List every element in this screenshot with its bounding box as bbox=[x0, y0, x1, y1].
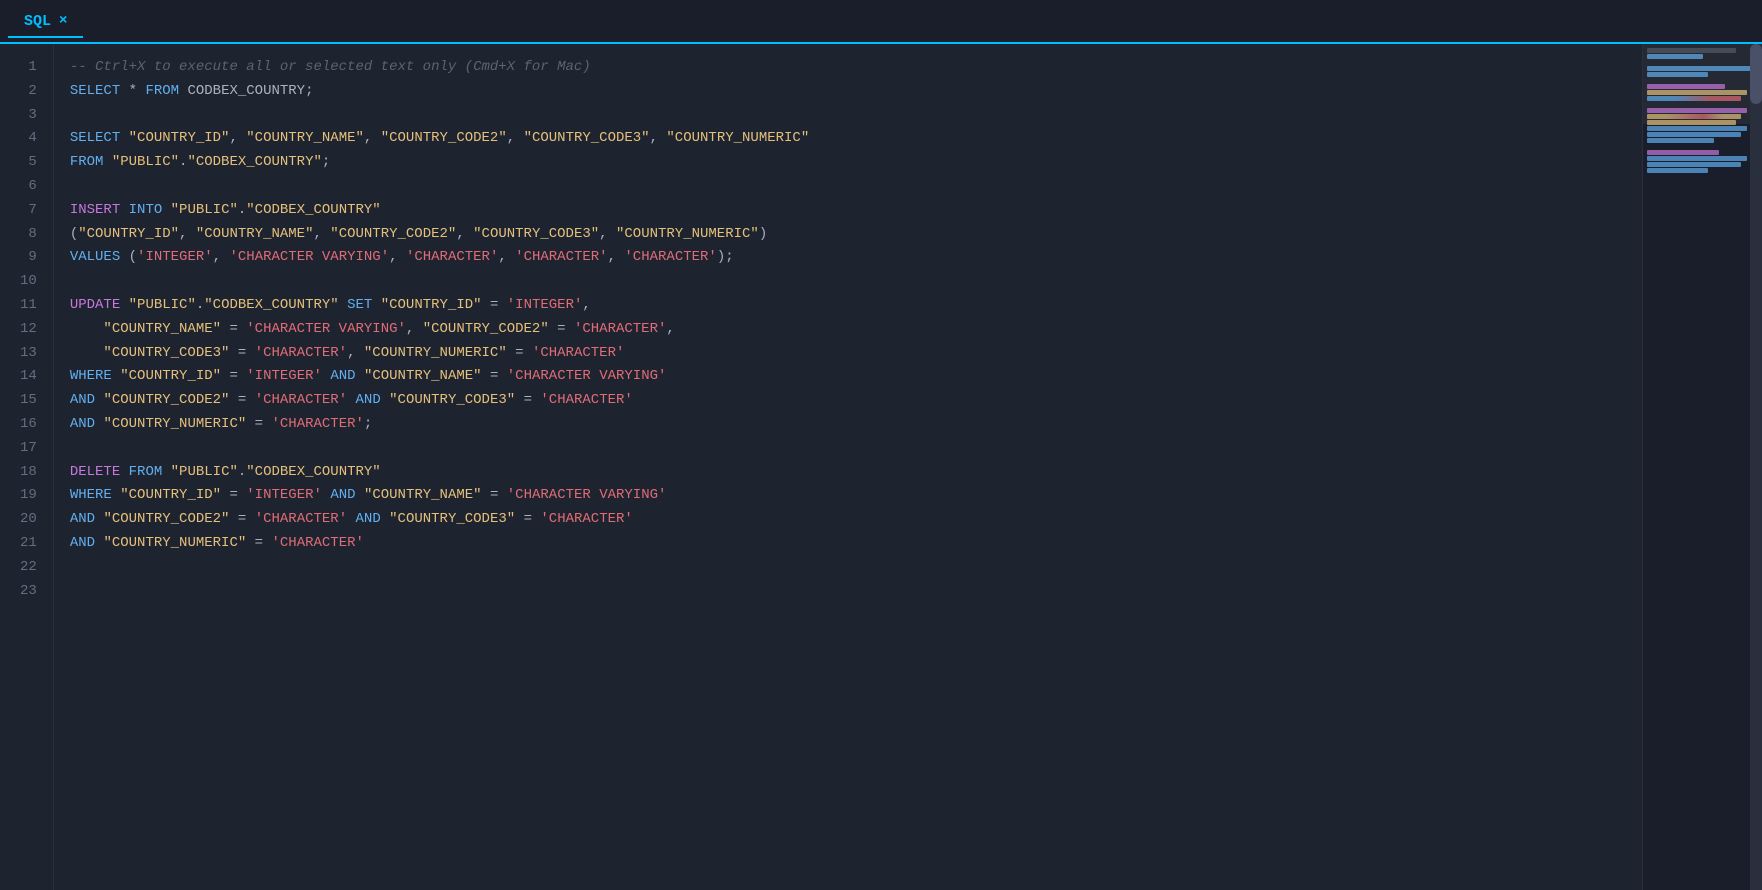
line-numbers: 1 2 3 4 5 6 7 8 9 10 11 12 13 14 15 16 1… bbox=[0, 44, 54, 890]
code-line-19: WHERE "COUNTRY_ID" = 'INTEGER' AND "COUN… bbox=[70, 484, 1626, 508]
sql-tab[interactable]: SQL × bbox=[8, 7, 83, 38]
code-line-21: AND "COUNTRY_NUMERIC" = 'CHARACTER' bbox=[70, 532, 1626, 556]
code-line-3 bbox=[70, 104, 1626, 128]
code-line-4: SELECT "COUNTRY_ID", "COUNTRY_NAME", "CO… bbox=[70, 127, 1626, 151]
minimap[interactable] bbox=[1642, 44, 1762, 890]
code-editor[interactable]: -- Ctrl+X to execute all or selected tex… bbox=[54, 44, 1642, 890]
code-line-17 bbox=[70, 437, 1626, 461]
editor-container: 1 2 3 4 5 6 7 8 9 10 11 12 13 14 15 16 1… bbox=[0, 44, 1762, 890]
code-line-5: FROM "PUBLIC"."CODBEX_COUNTRY"; bbox=[70, 151, 1626, 175]
tab-bar: SQL × bbox=[0, 0, 1762, 44]
code-line-23 bbox=[70, 580, 1626, 604]
tab-label: SQL bbox=[24, 13, 51, 30]
code-line-11: UPDATE "PUBLIC"."CODBEX_COUNTRY" SET "CO… bbox=[70, 294, 1626, 318]
code-line-6 bbox=[70, 175, 1626, 199]
tab-close-icon[interactable]: × bbox=[59, 13, 67, 29]
code-line-8: ("COUNTRY_ID", "COUNTRY_NAME", "COUNTRY_… bbox=[70, 223, 1626, 247]
code-line-16: AND "COUNTRY_NUMERIC" = 'CHARACTER'; bbox=[70, 413, 1626, 437]
code-line-1: -- Ctrl+X to execute all or selected tex… bbox=[70, 56, 1626, 80]
code-line-14: WHERE "COUNTRY_ID" = 'INTEGER' AND "COUN… bbox=[70, 365, 1626, 389]
code-line-22 bbox=[70, 556, 1626, 580]
code-line-9: VALUES ('INTEGER', 'CHARACTER VARYING', … bbox=[70, 246, 1626, 270]
code-line-2: SELECT * FROM CODBEX_COUNTRY; bbox=[70, 80, 1626, 104]
code-line-18: DELETE FROM "PUBLIC"."CODBEX_COUNTRY" bbox=[70, 461, 1626, 485]
vertical-scrollbar[interactable] bbox=[1750, 44, 1762, 890]
code-line-20: AND "COUNTRY_CODE2" = 'CHARACTER' AND "C… bbox=[70, 508, 1626, 532]
code-line-10 bbox=[70, 270, 1626, 294]
code-line-7: INSERT INTO "PUBLIC"."CODBEX_COUNTRY" bbox=[70, 199, 1626, 223]
code-line-12: "COUNTRY_NAME" = 'CHARACTER VARYING', "C… bbox=[70, 318, 1626, 342]
code-line-13: "COUNTRY_CODE3" = 'CHARACTER', "COUNTRY_… bbox=[70, 342, 1626, 366]
scrollbar-thumb[interactable] bbox=[1750, 44, 1762, 104]
code-line-15: AND "COUNTRY_CODE2" = 'CHARACTER' AND "C… bbox=[70, 389, 1626, 413]
